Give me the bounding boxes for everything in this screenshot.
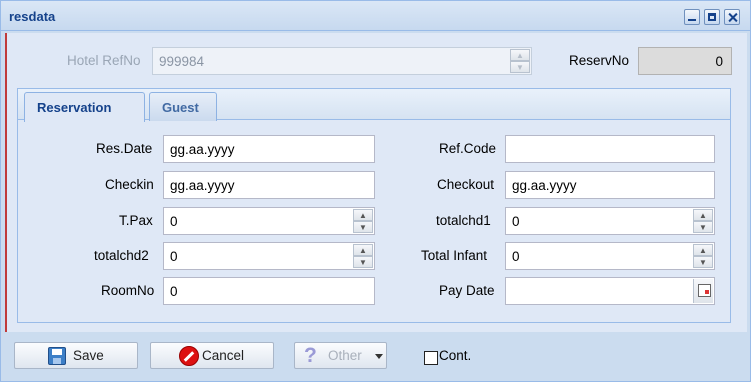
cont-checkbox[interactable]: Cont.	[424, 348, 504, 368]
checkout-label: Checkout	[437, 177, 495, 192]
tpax-input[interactable]: 0 ▲ ▼	[163, 207, 375, 235]
pay-date-label: Pay Date	[439, 283, 495, 298]
total-infant-label: Total Infant	[421, 248, 488, 263]
spin-down-icon[interactable]: ▼	[353, 221, 373, 233]
totalchd2-value: 0	[170, 249, 178, 264]
roomno-input[interactable]: 0	[163, 277, 375, 305]
resdata-window: resdata Hotel RefNo 999984 ▲ ▼ ReservNo …	[0, 0, 751, 382]
total-infant-input[interactable]: 0 ▲ ▼	[505, 242, 715, 270]
tab-guest[interactable]: Guest	[149, 92, 217, 121]
spin-up-icon[interactable]: ▲	[693, 209, 713, 221]
reservno-field: 0	[638, 47, 732, 75]
ref-code-input[interactable]	[505, 135, 715, 163]
res-date-input[interactable]: gg.aa.yyyy	[163, 135, 375, 163]
totalchd2-spinner[interactable]: ▲ ▼	[353, 244, 373, 268]
tpax-spinner[interactable]: ▲ ▼	[353, 209, 373, 233]
window-titlebar[interactable]: resdata	[1, 1, 750, 31]
res-date-label: Res.Date	[96, 141, 153, 156]
totalchd1-value: 0	[512, 214, 520, 229]
roomno-value: 0	[170, 284, 178, 299]
totalchd1-spinner[interactable]: ▲ ▼	[693, 209, 713, 233]
total-infant-spinner[interactable]: ▲ ▼	[693, 244, 713, 268]
dropdown-arrow-icon	[375, 354, 383, 359]
save-button-label: Save	[73, 348, 104, 363]
spin-down-icon: ▼	[510, 61, 530, 73]
tab-reservation[interactable]: Reservation	[24, 92, 145, 122]
totalchd2-label: totalchd2	[94, 248, 149, 263]
form-body: Hotel RefNo 999984 ▲ ▼ ReservNo 0 Reserv…	[5, 33, 747, 332]
ref-code-label: Ref.Code	[439, 141, 497, 156]
spin-down-icon[interactable]: ▼	[693, 256, 713, 268]
cancel-icon	[179, 346, 199, 366]
reservno-label: ReservNo	[569, 53, 630, 68]
spin-up-icon: ▲	[510, 49, 530, 61]
total-infant-value: 0	[512, 249, 520, 264]
save-button[interactable]: Save	[14, 342, 138, 369]
minimize-icon[interactable]	[684, 9, 700, 25]
spin-up-icon[interactable]: ▲	[693, 244, 713, 256]
hotel-refno-spinner: ▲ ▼	[510, 49, 530, 73]
tab-strip: Reservation Guest	[18, 89, 730, 122]
cancel-button-label: Cancel	[202, 348, 245, 363]
cancel-button[interactable]: Cancel	[150, 342, 274, 369]
other-menu-button[interactable]: ? Other	[294, 342, 387, 369]
checkbox-box[interactable]	[424, 351, 438, 365]
pay-date-input[interactable]	[505, 277, 715, 305]
checkout-value: gg.aa.yyyy	[512, 178, 577, 193]
hotel-refno-field: 999984 ▲ ▼	[152, 47, 532, 75]
checkin-input[interactable]: gg.aa.yyyy	[163, 171, 375, 199]
spin-up-icon[interactable]: ▲	[353, 209, 373, 221]
checkin-label: Checkin	[105, 177, 154, 192]
window-title: resdata	[9, 9, 56, 24]
tab-guest-label: Guest	[162, 100, 199, 115]
totalchd2-input[interactable]: 0 ▲ ▼	[163, 242, 375, 270]
close-icon[interactable]	[724, 9, 740, 25]
tpax-value: 0	[170, 214, 178, 229]
totalchd1-input[interactable]: 0 ▲ ▼	[505, 207, 715, 235]
res-date-value: gg.aa.yyyy	[170, 142, 235, 157]
roomno-label: RoomNo	[101, 283, 155, 298]
hotel-refno-label: Hotel RefNo	[67, 53, 141, 68]
checkin-value: gg.aa.yyyy	[170, 178, 235, 193]
tab-panel: Reservation Guest Res.Date gg.aa.yyyy Ch…	[17, 88, 731, 323]
spin-down-icon[interactable]: ▼	[353, 256, 373, 268]
hotel-refno-value: 999984	[159, 54, 205, 69]
spin-up-icon[interactable]: ▲	[353, 244, 373, 256]
spin-down-icon[interactable]: ▼	[693, 221, 713, 233]
question-mark-icon: ?	[304, 344, 317, 367]
tab-reservation-label: Reservation	[37, 100, 112, 115]
floppy-disk-icon	[48, 347, 66, 365]
calendar-icon[interactable]	[693, 279, 713, 303]
maximize-icon[interactable]	[704, 9, 720, 25]
other-button-label: Other	[328, 348, 362, 363]
checkout-input[interactable]: gg.aa.yyyy	[505, 171, 715, 199]
reservno-value: 0	[715, 54, 723, 69]
totalchd1-label: totalchd1	[436, 213, 491, 228]
cont-label: Cont.	[439, 348, 472, 363]
tpax-label: T.Pax	[119, 213, 153, 228]
